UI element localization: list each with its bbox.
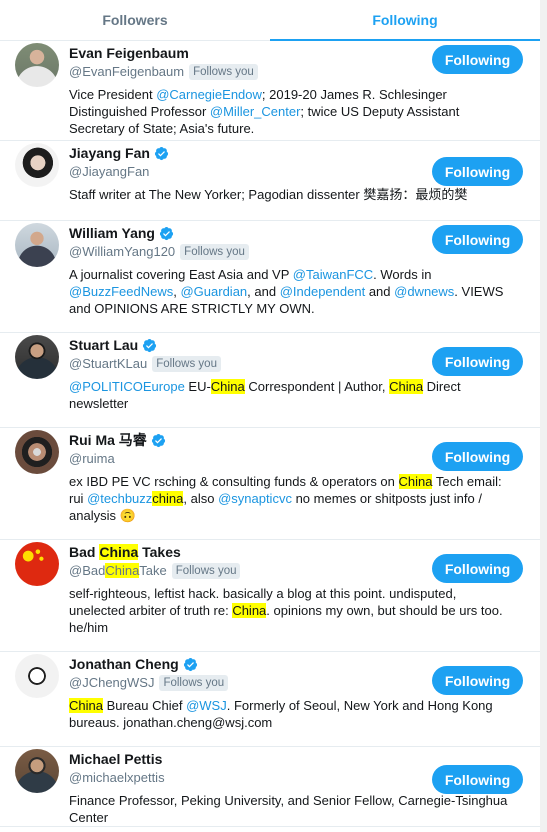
verified-badge-icon [159,226,174,241]
avatar[interactable] [15,335,59,379]
following-button[interactable]: Following [432,225,523,254]
bio: China Bureau Chief @WSJ. Formerly of Seo… [69,697,509,731]
bio-text: and [365,284,395,299]
mention-link[interactable]: @Independent [280,284,366,299]
following-button[interactable]: Following [432,157,523,186]
bio-text: , also [183,491,219,506]
mention-link[interactable]: @WSJ [186,698,227,713]
avatar[interactable] [15,43,59,87]
list-item[interactable]: Michael Pettis @michaelxpettis Finance Pro… [0,747,540,827]
verified-badge-icon [151,433,166,448]
bio-text: Correspondent | Author, [244,379,390,394]
bio: ex IBD PE VC rsching & consulting funds … [69,473,509,524]
tab-following[interactable]: Following [270,0,540,41]
mention-link[interactable]: @Miller_Center [210,104,301,119]
list-item[interactable]: Stuart Lau @StuartKLau Follows you @POLITIC… [0,333,540,428]
bio-text: Finance Professor, Peking University, an… [69,793,508,825]
verified-badge-icon [154,146,169,161]
avatar[interactable] [15,143,59,187]
handle[interactable]: @StuartKLau [69,355,147,373]
mention-link[interactable]: @POLITICOEurope [69,379,185,394]
highlighted-term: China [232,603,267,618]
bio-text: . Words in [373,267,432,282]
bio-text: EU- [184,379,211,394]
bio: A journalist covering East Asia and VP @… [69,266,509,317]
handle[interactable]: @BadChinaTake [69,562,167,580]
verified-badge-icon [142,338,157,353]
mention-link[interactable]: @techbuzz [87,491,152,506]
avatar[interactable] [15,223,59,267]
handle[interactable]: @ruima [69,450,115,468]
following-button[interactable]: Following [432,554,523,583]
avatar[interactable] [15,542,59,586]
tab-followers[interactable]: Followers [0,0,270,41]
follows-you-badge: Follows you [152,356,221,372]
handle[interactable]: @WilliamYang120 [69,243,175,261]
follows-you-badge: Follows you [171,563,241,579]
display-name-text[interactable]: Evan Feigenbaum [69,44,189,62]
mention-link[interactable]: @Guardian [180,284,247,299]
handle[interactable]: @JiayangFan [69,163,149,181]
bio: Vice President @CarnegieEndow; 2019-20 J… [69,86,509,137]
bio-text: Bureau Chief [102,698,187,713]
following-button[interactable]: Following [432,45,523,74]
bio-text: A journalist covering East Asia and VP [69,267,293,282]
following-button[interactable]: Following [432,442,523,471]
handle[interactable]: @michaelxpettis [69,769,165,787]
mention-link[interactable]: @BuzzFeedNews [69,284,173,299]
follows-you-badge: Follows you [180,244,249,260]
follows-you-badge: Follows you [159,675,229,691]
account-list: Evan Feigenbaum @EvanFeigenbaum Follows yo… [0,41,540,827]
following-button[interactable]: Following [432,347,523,376]
highlighted-term: china [152,491,184,506]
handle[interactable]: @EvanFeigenbaum [69,63,184,81]
bio: Staff writer at The New Yorker; Pagodian… [69,186,509,203]
bio: Finance Professor, Peking University, an… [69,792,509,826]
list-item[interactable]: Bad China Takes @BadChinaTake Follows you s… [0,540,540,652]
following-button[interactable]: Following [432,666,523,695]
avatar[interactable] [15,749,59,793]
mention-link[interactable]: @CarnegieEndow [156,87,262,102]
mention-link[interactable]: @TaiwanFCC [293,267,373,282]
highlighted-term: China [210,379,245,394]
highlighted-term: China [398,474,433,489]
bio: self-righteous, leftist hack. basically … [69,585,509,636]
highlighted-term: China [389,379,424,394]
display-name-text[interactable]: Jonathan Cheng [69,655,179,673]
avatar[interactable] [15,654,59,698]
list-item[interactable]: William Yang @WilliamYang120 Follows you A … [0,221,540,333]
display-name-text[interactable]: Rui Ma 马睿 [69,431,147,449]
following-button[interactable]: Following [432,765,523,794]
handle[interactable]: @JChengWSJ [69,674,154,692]
highlighted-term: China [69,698,103,713]
display-name-text[interactable]: Michael Pettis [69,750,162,768]
avatar[interactable] [15,430,59,474]
bio: @POLITICOEurope EU-China Correspondent |… [69,378,509,412]
display-name-text[interactable]: William Yang [69,224,155,242]
follows-you-badge: Follows you [189,64,258,80]
display-name-text[interactable]: Bad China Takes [69,543,181,561]
mention-link[interactable]: @synapticvc [218,491,292,506]
display-name-text[interactable]: Stuart Lau [69,336,138,354]
verified-badge-icon [183,657,198,672]
bio-text: Vice President [69,87,157,102]
scrollbar[interactable] [540,0,547,832]
mention-link[interactable]: @dwnews [394,284,454,299]
bio-text: ex IBD PE VC rsching & consulting funds … [69,474,399,489]
list-item[interactable]: Rui Ma 马睿 @ruima ex IBD PE VC rsching & co… [0,428,540,540]
list-item[interactable]: Evan Feigenbaum @EvanFeigenbaum Follows yo… [0,41,540,141]
display-name-text[interactable]: Jiayang Fan [69,144,150,162]
list-item[interactable]: Jiayang Fan @JiayangFan Staff writer at Th… [0,141,540,221]
tab-bar: Followers Following [0,0,540,41]
bio-text: Staff writer at The New Yorker; Pagodian… [69,187,468,202]
bio-text: , and [247,284,280,299]
list-item[interactable]: Jonathan Cheng @JChengWSJ Follows you China… [0,652,540,747]
